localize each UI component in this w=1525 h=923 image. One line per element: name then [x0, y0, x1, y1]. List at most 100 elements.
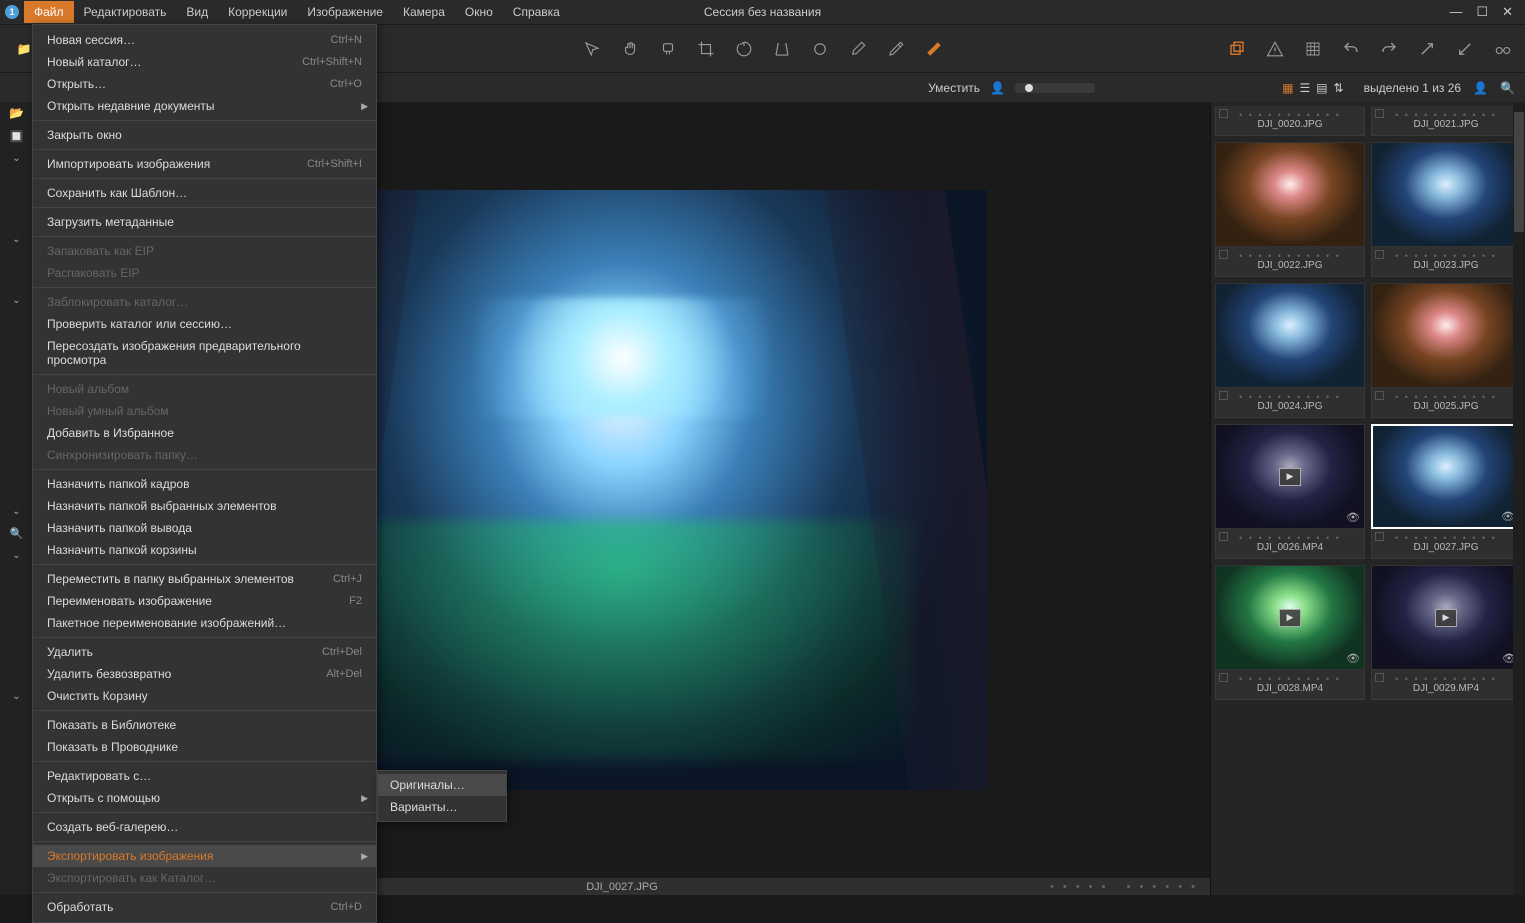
- menu-item[interactable]: Пересоздать изображения предварительного…: [33, 335, 376, 371]
- rotate-tool-icon[interactable]: [732, 37, 756, 61]
- chevron-2[interactable]: ⌄: [12, 234, 20, 245]
- grid-view-icon[interactable]: ▦: [1282, 81, 1293, 95]
- thumb-checkbox[interactable]: [1375, 391, 1384, 400]
- menu-item[interactable]: ОбработатьCtrl+D: [33, 896, 376, 918]
- menu-вид[interactable]: Вид: [176, 1, 218, 23]
- menu-item[interactable]: Добавить в Избранное: [33, 422, 376, 444]
- menu-item[interactable]: Создать веб-галерею…: [33, 816, 376, 838]
- undo-icon[interactable]: [1339, 37, 1363, 61]
- submenu-item[interactable]: Оригиналы…: [378, 774, 506, 796]
- apply-adj-icon[interactable]: [1453, 37, 1477, 61]
- thumb-checkbox[interactable]: [1375, 109, 1384, 118]
- list-view-icon[interactable]: ☰: [1299, 81, 1310, 95]
- menu-item[interactable]: Пакетное переименование изображений…: [33, 612, 376, 634]
- spot-tool-icon[interactable]: [808, 37, 832, 61]
- thumb-checkbox[interactable]: [1219, 391, 1228, 400]
- menu-item[interactable]: Экспортировать изображения▶: [33, 845, 376, 867]
- thumbnail-image[interactable]: [1371, 283, 1521, 388]
- brush-tool-icon[interactable]: [846, 37, 870, 61]
- folder-icon[interactable]: 📂: [9, 106, 24, 120]
- thumbnail[interactable]: ▶👁• • • • • • • • • • •DJI_0028.MP4: [1215, 565, 1365, 700]
- close-button[interactable]: ✕: [1502, 4, 1513, 20]
- thumbnail[interactable]: • • • • • • • • • • •DJI_0021.JPG: [1371, 106, 1521, 136]
- profile-icon[interactable]: 👤: [990, 81, 1005, 95]
- menu-item[interactable]: Открыть с помощью▶: [33, 787, 376, 809]
- library-tab-icon[interactable]: 📁: [14, 39, 34, 59]
- menu-камера[interactable]: Камера: [393, 1, 455, 23]
- grid-icon[interactable]: [1301, 37, 1325, 61]
- menu-item[interactable]: Показать в Библиотеке: [33, 714, 376, 736]
- annotate-tool-icon[interactable]: [922, 37, 946, 61]
- glasses-icon[interactable]: [1491, 37, 1515, 61]
- minimize-button[interactable]: —: [1449, 4, 1462, 20]
- thumbnail[interactable]: ▶👁• • • • • • • • • • •DJI_0029.MP4: [1371, 565, 1521, 700]
- chevron-4[interactable]: ⌄: [12, 506, 20, 517]
- menu-изображение[interactable]: Изображение: [297, 1, 393, 23]
- thumbnail[interactable]: • • • • • • • • • • •DJI_0024.JPG: [1215, 283, 1365, 418]
- sort-icon[interactable]: ⇅: [1334, 81, 1344, 95]
- menu-item[interactable]: Открыть…Ctrl+O: [33, 73, 376, 95]
- menu-item[interactable]: УдалитьCtrl+Del: [33, 641, 376, 663]
- thumbnail[interactable]: ▶👁• • • • • • • • • • •DJI_0026.MP4: [1215, 424, 1365, 559]
- menu-редактировать[interactable]: Редактировать: [74, 1, 177, 23]
- menu-окно[interactable]: Окно: [455, 1, 503, 23]
- thumbnail-image[interactable]: [1371, 142, 1521, 247]
- menu-справка[interactable]: Справка: [503, 1, 570, 23]
- menu-item[interactable]: Показать в Проводнике: [33, 736, 376, 758]
- thumb-checkbox[interactable]: [1375, 673, 1384, 682]
- menu-item[interactable]: Назначить папкой вывода: [33, 517, 376, 539]
- thumbnail-image[interactable]: ▶👁: [1215, 424, 1365, 529]
- exposure-slider[interactable]: [1015, 83, 1095, 93]
- thumbnail[interactable]: • • • • • • • • • • •DJI_0025.JPG: [1371, 283, 1521, 418]
- search-small-icon[interactable]: 🔲: [10, 130, 24, 143]
- user-filter-icon[interactable]: 👤: [1473, 81, 1488, 95]
- thumbnail[interactable]: • • • • • • • • • • •DJI_0022.JPG: [1215, 142, 1365, 277]
- thumbnail[interactable]: 👁• • • • • • • • • • •DJI_0027.JPG: [1371, 424, 1521, 559]
- menu-item[interactable]: Назначить папкой выбранных элементов: [33, 495, 376, 517]
- submenu-item[interactable]: Варианты…: [378, 796, 506, 818]
- chevron-3[interactable]: ⌄: [12, 295, 20, 306]
- thumbnail[interactable]: • • • • • • • • • • •DJI_0020.JPG: [1215, 106, 1365, 136]
- dropper-tool-icon[interactable]: [884, 37, 908, 61]
- thumbnail-image[interactable]: [1215, 283, 1365, 388]
- menu-файл[interactable]: Файл: [24, 1, 74, 23]
- thumb-checkbox[interactable]: [1375, 250, 1384, 259]
- chevron-1[interactable]: ⌄: [12, 153, 20, 164]
- chevron-6[interactable]: ⌄: [12, 691, 20, 702]
- menu-item[interactable]: Назначить папкой корзины: [33, 539, 376, 561]
- thumbnail-image[interactable]: 👁: [1371, 424, 1521, 529]
- maximize-button[interactable]: ☐: [1476, 4, 1488, 20]
- crop-tool-icon[interactable]: [694, 37, 718, 61]
- menu-item[interactable]: Сохранить как Шаблон…: [33, 182, 376, 204]
- menu-item[interactable]: Проверить каталог или сессию…: [33, 313, 376, 335]
- thumbnail-image[interactable]: [1215, 142, 1365, 247]
- search-icon[interactable]: 🔍: [1500, 81, 1515, 95]
- thumbnail[interactable]: • • • • • • • • • • •DJI_0023.JPG: [1371, 142, 1521, 277]
- menu-item[interactable]: Открыть недавние документы▶: [33, 95, 376, 117]
- menu-item[interactable]: Переместить в папку выбранных элементовC…: [33, 568, 376, 590]
- thumb-checkbox[interactable]: [1219, 532, 1228, 541]
- fit-label[interactable]: Уместить: [928, 81, 980, 95]
- cursor-tool-icon[interactable]: [580, 37, 604, 61]
- thumbnail-image[interactable]: ▶👁: [1215, 565, 1365, 670]
- copies-icon[interactable]: [1225, 37, 1249, 61]
- menu-item[interactable]: Загрузить метаданные: [33, 211, 376, 233]
- thumbnail-image[interactable]: ▶👁: [1371, 565, 1521, 670]
- menu-item[interactable]: Назначить папкой кадров: [33, 473, 376, 495]
- loupe-tool-icon[interactable]: [656, 37, 680, 61]
- thumb-checkbox[interactable]: [1219, 250, 1228, 259]
- menu-item[interactable]: Закрыть окно: [33, 124, 376, 146]
- warning-icon[interactable]: [1263, 37, 1287, 61]
- menu-коррекции[interactable]: Коррекции: [218, 1, 297, 23]
- search-panel-icon[interactable]: 🔍: [10, 527, 24, 540]
- scrollbar[interactable]: [1513, 102, 1525, 895]
- menu-item[interactable]: Импортировать изображенияCtrl+Shift+I: [33, 153, 376, 175]
- chevron-5[interactable]: ⌄: [12, 550, 20, 561]
- thumb-checkbox[interactable]: [1375, 532, 1384, 541]
- menu-item[interactable]: Новый каталог…Ctrl+Shift+N: [33, 51, 376, 73]
- keystone-tool-icon[interactable]: [770, 37, 794, 61]
- redo-icon[interactable]: [1377, 37, 1401, 61]
- menu-item[interactable]: Удалить безвозвратноAlt+Del: [33, 663, 376, 685]
- hand-tool-icon[interactable]: [618, 37, 642, 61]
- thumb-checkbox[interactable]: [1219, 673, 1228, 682]
